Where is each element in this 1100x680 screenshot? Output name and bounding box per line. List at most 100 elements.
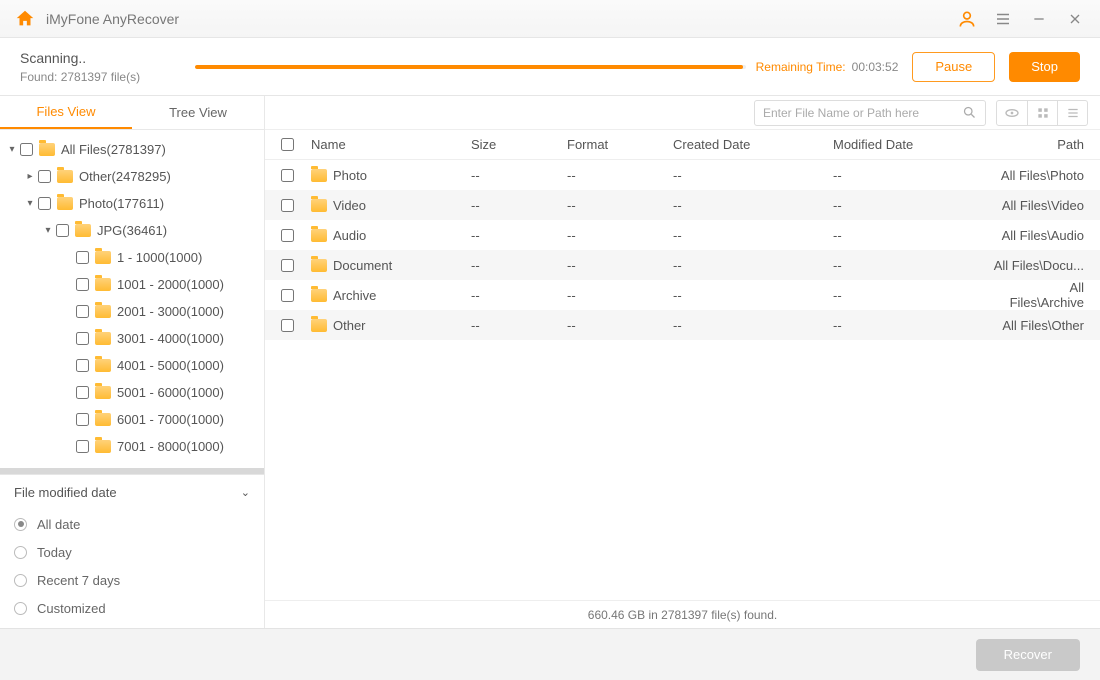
filter-option[interactable]: Customized bbox=[14, 594, 250, 622]
tree-node-range[interactable]: 4001 - 5000(1000) bbox=[0, 352, 264, 379]
col-path[interactable]: Path bbox=[985, 137, 1100, 152]
table-header: Name Size Format Created Date Modified D… bbox=[265, 130, 1100, 160]
table-row[interactable]: Photo--------All Files\Photo bbox=[265, 160, 1100, 190]
tree-checkbox[interactable] bbox=[76, 332, 89, 345]
search-input[interactable] bbox=[763, 106, 962, 120]
cell-modified: -- bbox=[825, 258, 985, 273]
row-checkbox[interactable] bbox=[281, 199, 294, 212]
table-row[interactable]: Audio--------All Files\Audio bbox=[265, 220, 1100, 250]
tab-tree-view[interactable]: Tree View bbox=[132, 96, 264, 129]
tree-checkbox[interactable] bbox=[76, 413, 89, 426]
content-area: Name Size Format Created Date Modified D… bbox=[265, 96, 1100, 628]
chevron-down-icon[interactable]: ▾ bbox=[6, 144, 18, 155]
cell-path: All Files\Video bbox=[985, 198, 1100, 213]
user-icon[interactable] bbox=[956, 8, 978, 30]
row-checkbox[interactable] bbox=[281, 319, 294, 332]
chevron-down-icon[interactable]: ▾ bbox=[24, 198, 36, 209]
tree-checkbox[interactable] bbox=[38, 197, 51, 210]
tree-checkbox[interactable] bbox=[76, 440, 89, 453]
tree-checkbox[interactable] bbox=[76, 278, 89, 291]
col-format[interactable]: Format bbox=[559, 137, 665, 152]
home-icon[interactable] bbox=[14, 8, 36, 30]
tree-checkbox[interactable] bbox=[38, 170, 51, 183]
tree-node-range[interactable]: 7001 - 8000(1000) bbox=[0, 433, 264, 460]
row-checkbox[interactable] bbox=[281, 229, 294, 242]
folder-icon bbox=[311, 169, 327, 182]
cell-created: -- bbox=[665, 198, 825, 213]
table-body: Photo--------All Files\PhotoVideo-------… bbox=[265, 160, 1100, 600]
cell-path: All Files\Other bbox=[985, 318, 1100, 333]
cell-format: -- bbox=[559, 168, 665, 183]
radio-icon bbox=[14, 546, 27, 559]
tree-checkbox[interactable] bbox=[56, 224, 69, 237]
filter-option-label: Customized bbox=[37, 601, 106, 616]
tree-node-jpg[interactable]: ▾ JPG(36461) bbox=[0, 217, 264, 244]
cell-format: -- bbox=[559, 288, 665, 303]
folder-icon bbox=[311, 199, 327, 212]
filter-option[interactable]: All date bbox=[14, 510, 250, 538]
folder-icon bbox=[57, 170, 73, 183]
menu-icon[interactable] bbox=[992, 8, 1014, 30]
tree-node-range[interactable]: 2001 - 3000(1000) bbox=[0, 298, 264, 325]
preview-toggle-icon[interactable] bbox=[997, 101, 1027, 125]
filter-option[interactable]: Today bbox=[14, 538, 250, 566]
search-box[interactable] bbox=[754, 100, 986, 126]
filter-option[interactable]: Recent 7 days bbox=[14, 566, 250, 594]
tree-node-range[interactable]: 5001 - 6000(1000) bbox=[0, 379, 264, 406]
cell-size: -- bbox=[463, 288, 559, 303]
recover-button[interactable]: Recover bbox=[976, 639, 1080, 671]
table-row[interactable]: Document--------All Files\Docu... bbox=[265, 250, 1100, 280]
table-row[interactable]: Archive--------All Files\Archive bbox=[265, 280, 1100, 310]
filter-option-label: Today bbox=[37, 545, 72, 560]
folder-icon bbox=[95, 278, 111, 291]
stop-button[interactable]: Stop bbox=[1009, 52, 1080, 82]
grid-view-icon[interactable] bbox=[1027, 101, 1057, 125]
col-name[interactable]: Name bbox=[303, 137, 463, 152]
tree-checkbox[interactable] bbox=[76, 386, 89, 399]
row-checkbox[interactable] bbox=[281, 259, 294, 272]
select-all-checkbox[interactable] bbox=[281, 138, 294, 151]
tree-node-other[interactable]: ▸ Other(2478295) bbox=[0, 163, 264, 190]
cell-size: -- bbox=[463, 318, 559, 333]
folder-icon bbox=[95, 251, 111, 264]
folder-icon bbox=[75, 224, 91, 237]
tree-node-all-files[interactable]: ▾ All Files(2781397) bbox=[0, 136, 264, 163]
col-created[interactable]: Created Date bbox=[665, 137, 825, 152]
tree-label: 6001 - 7000(1000) bbox=[117, 412, 224, 427]
pause-button[interactable]: Pause bbox=[912, 52, 995, 82]
progress-bar bbox=[195, 65, 746, 69]
folder-icon bbox=[311, 259, 327, 272]
chevron-right-icon[interactable]: ▸ bbox=[24, 171, 36, 182]
close-icon[interactable] bbox=[1064, 8, 1086, 30]
row-checkbox[interactable] bbox=[281, 289, 294, 302]
tab-files-view[interactable]: Files View bbox=[0, 96, 132, 129]
tree-node-range[interactable]: 3001 - 4000(1000) bbox=[0, 325, 264, 352]
tree-checkbox[interactable] bbox=[20, 143, 33, 156]
cell-modified: -- bbox=[825, 198, 985, 213]
tree-node-photo[interactable]: ▾ Photo(177611) bbox=[0, 190, 264, 217]
tree-checkbox[interactable] bbox=[76, 251, 89, 264]
cell-created: -- bbox=[665, 168, 825, 183]
col-modified[interactable]: Modified Date bbox=[825, 137, 985, 152]
filter-header[interactable]: File modified date ⌄ bbox=[14, 485, 250, 500]
table-row[interactable]: Other--------All Files\Other bbox=[265, 310, 1100, 340]
row-checkbox[interactable] bbox=[281, 169, 294, 182]
status-line: 660.46 GB in 2781397 file(s) found. bbox=[265, 600, 1100, 628]
tree-node-range[interactable]: 1 - 1000(1000) bbox=[0, 244, 264, 271]
tree-node-range[interactable]: 6001 - 7000(1000) bbox=[0, 406, 264, 433]
toolbar bbox=[265, 96, 1100, 130]
cell-name: Photo bbox=[333, 168, 367, 183]
tree-checkbox[interactable] bbox=[76, 305, 89, 318]
tree-checkbox[interactable] bbox=[76, 359, 89, 372]
folder-icon bbox=[39, 143, 55, 156]
tree-node-range[interactable]: 1001 - 2000(1000) bbox=[0, 271, 264, 298]
list-view-icon[interactable] bbox=[1057, 101, 1087, 125]
table-row[interactable]: Video--------All Files\Video bbox=[265, 190, 1100, 220]
col-size[interactable]: Size bbox=[463, 137, 559, 152]
search-icon[interactable] bbox=[962, 105, 977, 120]
minimize-icon[interactable] bbox=[1028, 8, 1050, 30]
chevron-down-icon[interactable]: ▾ bbox=[42, 225, 54, 236]
tree-label: Other(2478295) bbox=[79, 169, 171, 184]
sidebar: Files View Tree View ▾ All Files(2781397… bbox=[0, 96, 265, 628]
filter-option-label: All date bbox=[37, 517, 80, 532]
